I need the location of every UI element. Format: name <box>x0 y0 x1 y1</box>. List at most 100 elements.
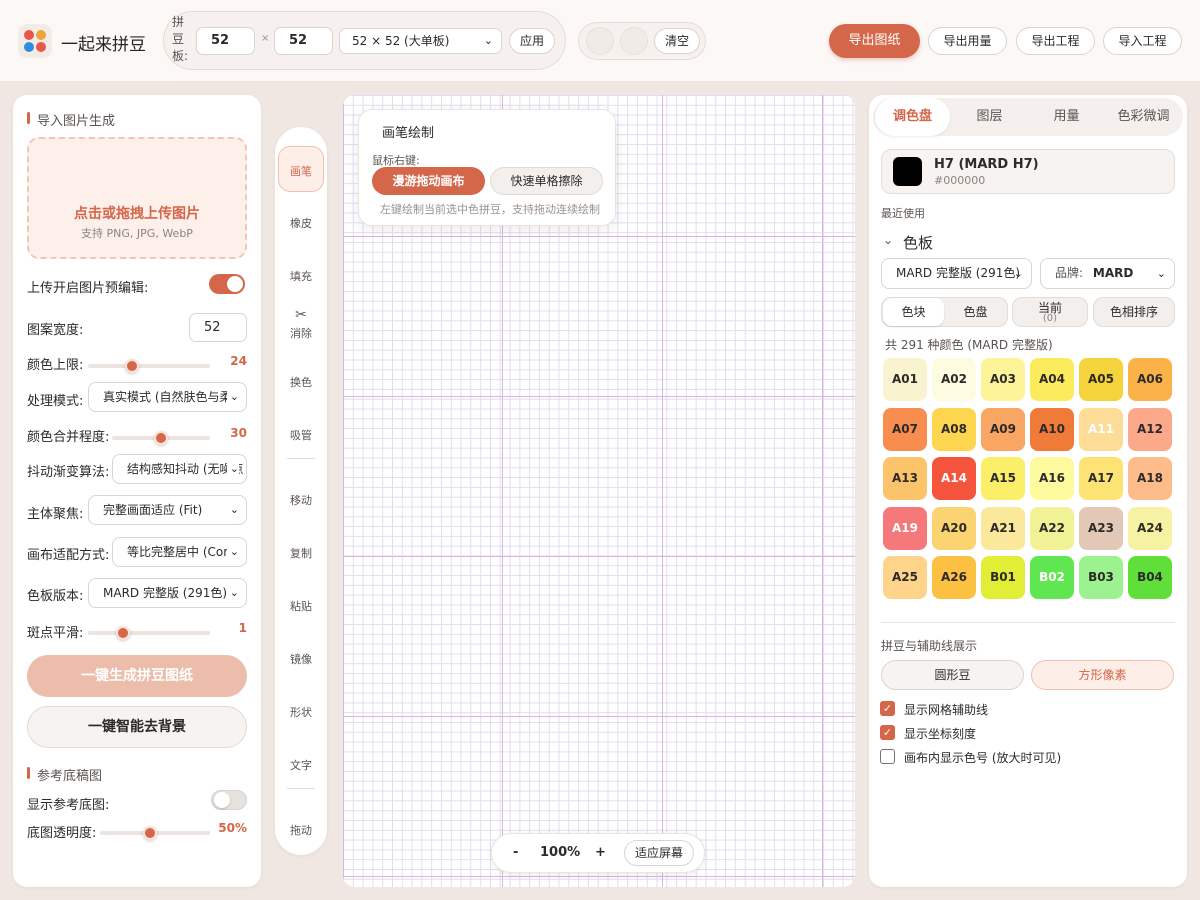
board-height-input[interactable]: 52 <box>274 27 333 55</box>
color-chip[interactable]: A10 <box>1030 407 1074 451</box>
pattern-width-input[interactable]: 52 <box>189 313 247 342</box>
slider-thumb[interactable] <box>124 359 139 373</box>
color-chip[interactable]: A14 <box>932 457 976 500</box>
tool-3[interactable]: 填充 <box>278 252 324 298</box>
board-width-input[interactable]: 52 <box>196 27 255 55</box>
square-pixel-button[interactable]: 方形像素 <box>1031 660 1174 690</box>
color-chip[interactable]: A08 <box>932 407 976 451</box>
apply-button[interactable]: 应用 <box>509 28 555 54</box>
pan-canvas-button[interactable]: 漫游拖动画布 <box>372 167 485 195</box>
slider-thumb[interactable] <box>142 826 157 840</box>
color-chip[interactable]: A05 <box>1079 358 1123 401</box>
palette-title: 色板 <box>903 234 934 252</box>
color-chip[interactable]: B02 <box>1030 556 1074 599</box>
round-bead-button[interactable]: 圆形豆 <box>881 660 1024 690</box>
chevron-down-icon: ⌄ <box>483 34 493 47</box>
tab-layers[interactable]: 图层 <box>952 98 1027 136</box>
opacity-slider[interactable] <box>100 826 210 840</box>
color-chip[interactable]: A20 <box>932 506 976 550</box>
slider-thumb[interactable] <box>154 431 168 445</box>
color-chip[interactable]: A24 <box>1128 506 1172 550</box>
tab-palette[interactable]: 调色盘 <box>875 98 950 136</box>
tool-5[interactable]: 换色 <box>278 358 324 404</box>
color-chip[interactable]: A23 <box>1079 506 1123 550</box>
color-chip[interactable]: B04 <box>1128 556 1172 599</box>
tab-usage[interactable]: 用量 <box>1029 98 1104 136</box>
zoom-out-button[interactable]: - <box>513 845 518 860</box>
color-chip[interactable]: A03 <box>981 358 1025 401</box>
palette-select[interactable]: MARD 完整版 (291色) ⌄ <box>881 258 1032 289</box>
current-color-swatch <box>893 157 922 186</box>
view-blocks-tab[interactable]: 色块 <box>883 298 944 326</box>
export-pattern-button[interactable]: 导出图纸 <box>829 24 920 58</box>
color-chip[interactable]: B01 <box>981 556 1025 599</box>
tool-8[interactable]: 复制 <box>278 529 324 575</box>
color-chip[interactable]: A13 <box>883 457 927 500</box>
color-chip[interactable]: A22 <box>1030 506 1074 550</box>
chevron-down-icon: ⌄ <box>226 496 239 524</box>
undo-button[interactable] <box>586 27 614 55</box>
merge-slider[interactable] <box>112 431 210 445</box>
fit-screen-button[interactable]: 适应屏幕 <box>624 840 694 866</box>
tool-10[interactable]: 镜像 <box>278 635 324 681</box>
quick-erase-button[interactable]: 快速单格擦除 <box>490 167 603 195</box>
show-grid-label: 显示网格辅助线 <box>904 703 989 717</box>
clear-button[interactable]: 清空 <box>654 28 700 54</box>
import-project-button[interactable]: 导入工程 <box>1103 27 1182 55</box>
tool-4[interactable]: ✂ 消除 <box>278 305 324 351</box>
tab-color-adjust[interactable]: 色彩微调 <box>1106 98 1181 136</box>
chevron-down-icon: ⌄ <box>226 579 239 607</box>
palette-version-select[interactable]: MARD 完整版 (291色) ⌄ <box>88 578 247 608</box>
preedit-toggle[interactable] <box>209 274 245 294</box>
smooth-value: 1 <box>238 621 247 635</box>
color-chip[interactable]: A06 <box>1128 358 1172 401</box>
color-chip[interactable]: A18 <box>1128 457 1172 500</box>
color-chip[interactable]: A21 <box>981 506 1025 550</box>
generate-pattern-button[interactable]: 一键生成拼豆图纸 <box>27 655 247 697</box>
canvas-fit-select[interactable]: 等比完整居中 (Con ⌄ <box>112 537 247 567</box>
view-wheel-tab[interactable]: 色盘 <box>945 298 1006 326</box>
color-chip[interactable]: A25 <box>883 556 927 599</box>
tool-6[interactable]: 吸管 <box>278 411 324 457</box>
board-preset-select[interactable]: 52 × 52 (大单板) ⌄ <box>339 28 502 54</box>
redo-button[interactable] <box>620 27 648 55</box>
show-reference-label: 显示参考底图: <box>27 798 110 813</box>
focus-select[interactable]: 完整画面适应 (Fit) ⌄ <box>88 495 247 525</box>
chevron-down-icon[interactable]: ⌄ <box>883 233 893 247</box>
hue-sort-button[interactable]: 色相排序 <box>1093 297 1175 327</box>
color-chip[interactable]: A12 <box>1128 407 1172 451</box>
mode-select[interactable]: 真实模式 (自然肤色与柔 ⌄ <box>88 382 247 412</box>
tool-13[interactable]: 拖动 <box>278 806 324 852</box>
current-colors-button[interactable]: 当前 (0) <box>1012 297 1088 327</box>
tool-2[interactable]: 橡皮 <box>278 199 324 245</box>
brand-select[interactable]: 品牌: MARD ⌄ <box>1040 258 1175 289</box>
tool-7[interactable]: 移动 <box>278 476 324 522</box>
palette-select-value: MARD 完整版 (291色) <box>896 266 1021 280</box>
tool-12[interactable]: 文字 <box>278 741 324 787</box>
tool-1[interactable]: 画笔 <box>278 146 324 192</box>
color-chip[interactable]: A15 <box>981 457 1025 500</box>
tool-11[interactable]: 形状 <box>278 688 324 734</box>
color-chip[interactable]: A07 <box>883 407 927 451</box>
color-chip[interactable]: A02 <box>932 358 976 401</box>
show-reference-toggle[interactable] <box>211 790 247 810</box>
zoom-in-button[interactable]: + <box>595 845 606 860</box>
chevron-down-icon: ⌄ <box>1156 267 1166 280</box>
color-chip[interactable]: A01 <box>883 358 927 401</box>
export-project-button[interactable]: 导出工程 <box>1016 27 1095 55</box>
color-chip[interactable]: A19 <box>883 506 927 550</box>
color-limit-slider[interactable] <box>88 359 210 373</box>
dither-select[interactable]: 结构感知抖动 (无噪点 ⌄ <box>112 454 247 484</box>
export-usage-button[interactable]: 导出用量 <box>928 27 1007 55</box>
color-chip[interactable]: A04 <box>1030 358 1074 401</box>
upload-dropzone[interactable]: 点击或拖拽上传图片 支持 PNG, JPG, WebP <box>27 137 247 259</box>
color-chip[interactable]: A17 <box>1079 457 1123 500</box>
color-chip[interactable]: A26 <box>932 556 976 599</box>
remove-background-button[interactable]: 一键智能去背景 <box>27 706 247 748</box>
color-chip[interactable]: A11 <box>1079 407 1123 451</box>
color-chip[interactable]: A09 <box>981 407 1025 451</box>
smooth-slider[interactable] <box>88 626 210 640</box>
tool-9[interactable]: 粘贴 <box>278 582 324 628</box>
color-chip[interactable]: B03 <box>1079 556 1123 599</box>
color-chip[interactable]: A16 <box>1030 457 1074 500</box>
